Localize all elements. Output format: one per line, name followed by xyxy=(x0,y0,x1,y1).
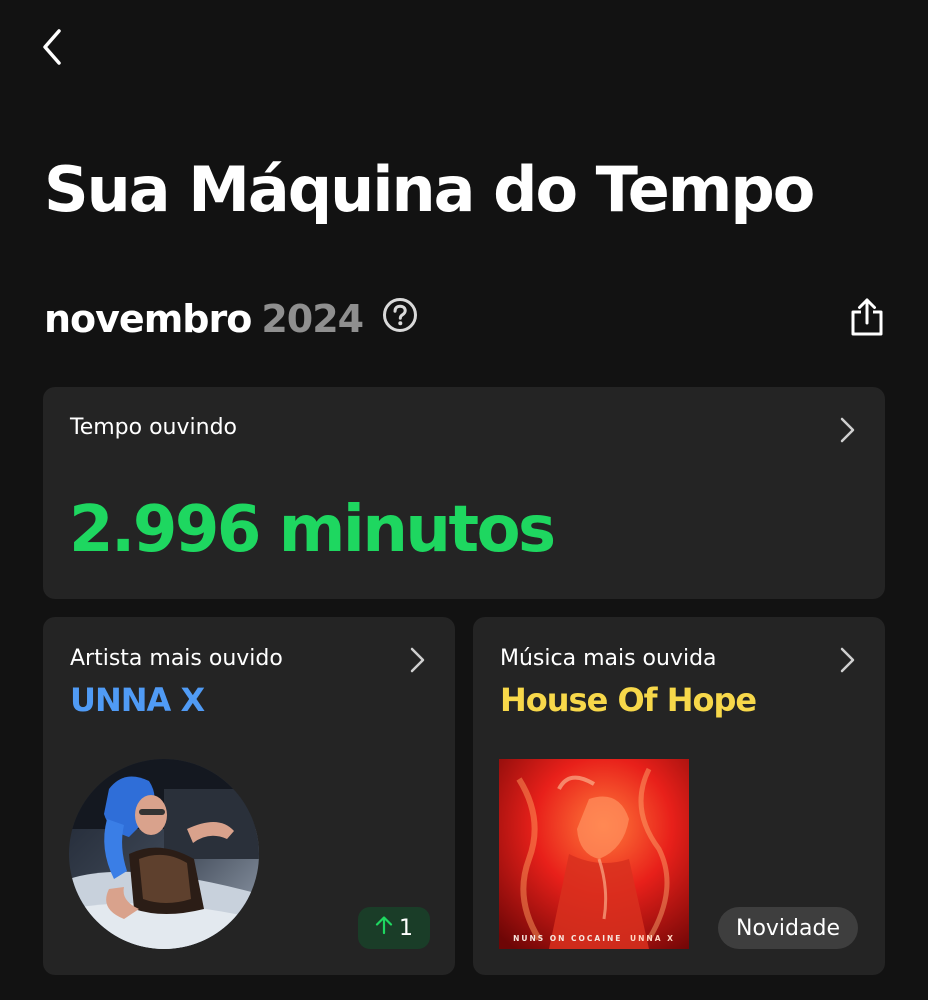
album-cover-caption: NUNS ON COCAINE UNNA X xyxy=(499,934,689,943)
top-track-label: Música mais ouvida xyxy=(500,646,717,671)
album-cover-title: NUNS ON COCAINE xyxy=(513,934,623,943)
question-circle-icon xyxy=(382,297,418,342)
arrow-up-icon xyxy=(375,915,393,941)
rank-change-badge: 1 xyxy=(358,907,430,949)
listening-time-value: 2.996 minutos xyxy=(69,493,556,567)
top-track-card[interactable]: Música mais ouvida House Of Hope NUNS ON… xyxy=(473,617,885,975)
help-button[interactable] xyxy=(381,297,419,338)
chevron-right-icon xyxy=(835,414,859,446)
new-release-badge: Novidade xyxy=(718,907,858,949)
period-selector: novembro 2024 xyxy=(44,292,419,346)
artist-avatar xyxy=(69,759,259,949)
top-artist-name: UNNA X xyxy=(70,681,205,719)
period-month: novembro xyxy=(44,297,252,341)
top-track-name: House Of Hope xyxy=(500,681,757,719)
album-cover: NUNS ON COCAINE UNNA X xyxy=(499,759,689,949)
top-artist-card[interactable]: Artista mais ouvido UNNA X 1 xyxy=(43,617,455,975)
back-button[interactable] xyxy=(30,24,74,74)
chevron-right-icon xyxy=(835,644,859,676)
top-artist-label: Artista mais ouvido xyxy=(70,646,283,671)
rank-change-value: 1 xyxy=(399,915,413,941)
page-title: Sua Máquina do Tempo xyxy=(44,153,815,226)
listening-time-card[interactable]: Tempo ouvindo 2.996 minutos xyxy=(43,387,885,599)
share-button[interactable] xyxy=(846,296,888,342)
chevron-right-icon xyxy=(405,644,429,676)
album-cover-artist: UNNA X xyxy=(630,934,675,943)
share-icon xyxy=(849,297,885,341)
chevron-left-icon xyxy=(40,27,64,71)
listening-time-label: Tempo ouvindo xyxy=(70,415,237,440)
period-year: 2024 xyxy=(261,297,364,341)
